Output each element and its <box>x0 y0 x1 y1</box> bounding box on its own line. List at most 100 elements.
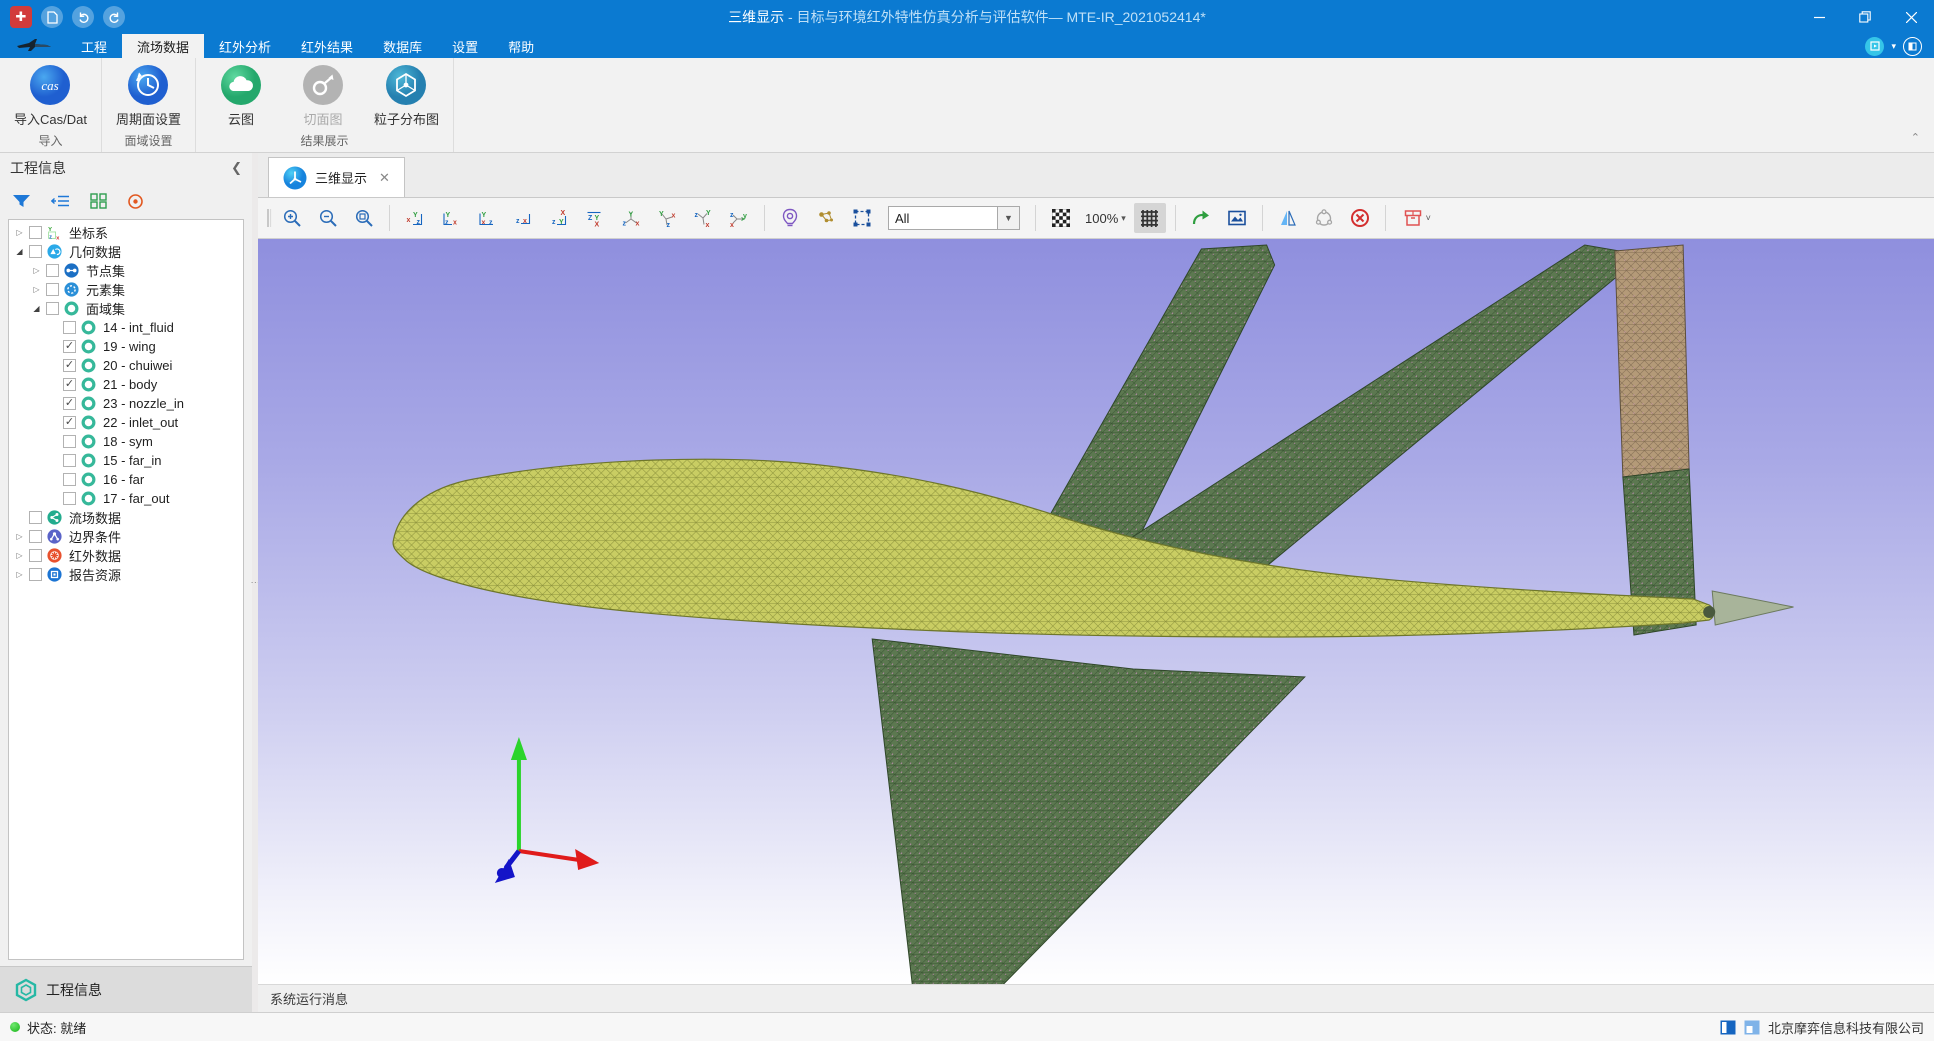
zoom-out-button[interactable] <box>312 203 344 233</box>
tree-item-checkbox[interactable]: ✓ <box>63 340 76 353</box>
particle-distribution-button[interactable]: 粒子分布图 <box>374 64 439 128</box>
tree-item[interactable]: ◢ 几何数据 <box>9 242 243 261</box>
tree-item[interactable]: 14 - int_fluid <box>9 318 243 337</box>
theme-button[interactable] <box>1903 37 1922 56</box>
periodic-face-setup-button[interactable]: 周期面设置 <box>116 64 181 128</box>
tree-item[interactable]: 17 - far_out <box>9 489 243 508</box>
menu-item-settings[interactable]: 设置 <box>437 34 493 58</box>
zoom-fit-button[interactable] <box>348 203 380 233</box>
save-button[interactable] <box>41 6 63 28</box>
restore-button[interactable] <box>1842 0 1888 34</box>
snapshot-button[interactable] <box>1221 203 1253 233</box>
menu-item-ir-analysis[interactable]: 红外分析 <box>204 34 286 58</box>
view-top-button[interactable]: XzY <box>543 203 575 233</box>
mirror-button[interactable] <box>1272 203 1304 233</box>
expander-icon[interactable]: ▷ <box>30 285 43 294</box>
view-iso-1-button[interactable]: Yzx <box>615 203 647 233</box>
cancel-operation-button[interactable] <box>1344 203 1376 233</box>
contour-cloud-button[interactable]: 云图 <box>210 64 272 128</box>
app-button[interactable]: ✚ <box>10 6 32 28</box>
menu-item-project[interactable]: 工程 <box>66 34 122 58</box>
tree-item[interactable]: ✓ 20 - chuiwei <box>9 356 243 375</box>
tree-item-checkbox[interactable] <box>63 321 76 334</box>
opacity-level-dropdown[interactable]: 100% ▾ <box>1081 211 1130 226</box>
tree-item[interactable]: ▷ 元素集 <box>9 280 243 299</box>
layout-toggle-2-icon[interactable] <box>1744 1020 1760 1035</box>
menu-item-ir-results[interactable]: 红外结果 <box>286 34 368 58</box>
viewport-3d[interactable] <box>258 239 1934 984</box>
tree-item[interactable]: ▷ 报告资源 <box>9 565 243 584</box>
collapse-list-icon[interactable] <box>51 193 70 209</box>
tree-item-checkbox[interactable]: ✓ <box>63 359 76 372</box>
tree-item[interactable]: ✓ 22 - inlet_out <box>9 413 243 432</box>
expander-icon[interactable]: ▷ <box>13 532 26 541</box>
expander-icon[interactable]: ◢ <box>13 247 26 256</box>
tree-item[interactable]: ▷ Yzx 坐标系 <box>9 223 243 242</box>
redo-button[interactable] <box>103 6 125 28</box>
expander-icon[interactable]: ◢ <box>30 304 43 313</box>
tree-item[interactable]: ✓ 21 - body <box>9 375 243 394</box>
view-back-button[interactable]: Yzx <box>435 203 467 233</box>
view-iso-3-button[interactable]: zYx <box>687 203 719 233</box>
project-info-tab-button[interactable]: 工程信息 <box>0 966 252 1012</box>
tree-item-checkbox[interactable] <box>29 549 42 562</box>
zoom-in-button[interactable] <box>276 203 308 233</box>
tree-item-checkbox[interactable] <box>29 568 42 581</box>
tree-item[interactable]: 15 - far_in <box>9 451 243 470</box>
export-view-button[interactable] <box>1185 203 1217 233</box>
menu-item-database[interactable]: 数据库 <box>368 34 437 58</box>
tree-item[interactable]: 16 - far <box>9 470 243 489</box>
tree-item-checkbox[interactable] <box>46 283 59 296</box>
import-cas-dat-button[interactable]: cas 导入Cas/Dat <box>14 64 87 128</box>
tree-item[interactable]: ✓ 23 - nozzle_in <box>9 394 243 413</box>
transparency-button[interactable] <box>1045 203 1077 233</box>
tree-item-checkbox[interactable]: ✓ <box>63 378 76 391</box>
style-switch-button[interactable] <box>1865 37 1884 56</box>
close-button[interactable] <box>1888 0 1934 34</box>
filter-icon[interactable] <box>12 193 31 209</box>
locate-target-icon[interactable] <box>127 193 144 210</box>
tree-item[interactable]: ▷ 红外数据 <box>9 546 243 565</box>
save-scene-dropdown-button[interactable]: ˅ <box>1395 203 1439 233</box>
expander-icon[interactable]: ▷ <box>30 266 43 275</box>
style-dropdown-caret-icon[interactable]: ▾ <box>1891 41 1896 52</box>
mesh-grid-toggle-button[interactable] <box>1134 203 1166 233</box>
tree-item-checkbox[interactable] <box>63 473 76 486</box>
tree-item-checkbox[interactable]: ✓ <box>63 416 76 429</box>
combobox-dropdown-icon[interactable]: ▼ <box>997 207 1019 229</box>
minimize-button[interactable] <box>1796 0 1842 34</box>
tree-item[interactable]: ◢ 面域集 <box>9 299 243 318</box>
tab-close-icon[interactable]: ✕ <box>379 170 390 186</box>
tree-item[interactable]: ✓ 19 - wing <box>9 337 243 356</box>
tab-3d-display[interactable]: 三维显示 ✕ <box>268 157 405 197</box>
view-right-button[interactable]: zx <box>507 203 539 233</box>
menu-item-flowfield-data[interactable]: 流场数据 <box>122 34 204 58</box>
toolbar-drag-handle[interactable] <box>266 207 272 229</box>
tree-item-checkbox[interactable] <box>63 435 76 448</box>
menu-item-help[interactable]: 帮助 <box>493 34 549 58</box>
tree-item-checkbox[interactable] <box>63 492 76 505</box>
aircraft-model[interactable] <box>393 245 1793 984</box>
tree-item[interactable]: 流场数据 <box>9 508 243 527</box>
tree-item-checkbox[interactable] <box>46 264 59 277</box>
view-bottom-button[interactable]: ZYX <box>579 203 611 233</box>
expander-icon[interactable]: ▷ <box>13 228 26 237</box>
assembly-button[interactable] <box>1308 203 1340 233</box>
layout-toggle-1-icon[interactable] <box>1720 1020 1736 1035</box>
display-filter-combobox[interactable]: All ▼ <box>888 206 1020 230</box>
ribbon-collapse-button[interactable]: ⌃ <box>1911 131 1920 144</box>
tree-item-checkbox[interactable] <box>29 226 42 239</box>
expander-icon[interactable]: ▷ <box>13 551 26 560</box>
view-left-button[interactable]: Yxz <box>471 203 503 233</box>
view-iso-4-button[interactable]: zxy <box>723 203 755 233</box>
tree-item[interactable]: ▷ 节点集 <box>9 261 243 280</box>
camera-view-button[interactable] <box>774 203 806 233</box>
tree-item-checkbox[interactable] <box>29 245 42 258</box>
tree-item[interactable]: ▷ 边界条件 <box>9 527 243 546</box>
view-front-button[interactable]: xYz <box>399 203 431 233</box>
tree-item-checkbox[interactable] <box>29 530 42 543</box>
node-display-button[interactable] <box>810 203 842 233</box>
expander-icon[interactable]: ▷ <box>13 570 26 579</box>
tree-item[interactable]: 18 - sym <box>9 432 243 451</box>
panel-collapse-button[interactable]: ❮ <box>231 160 242 176</box>
